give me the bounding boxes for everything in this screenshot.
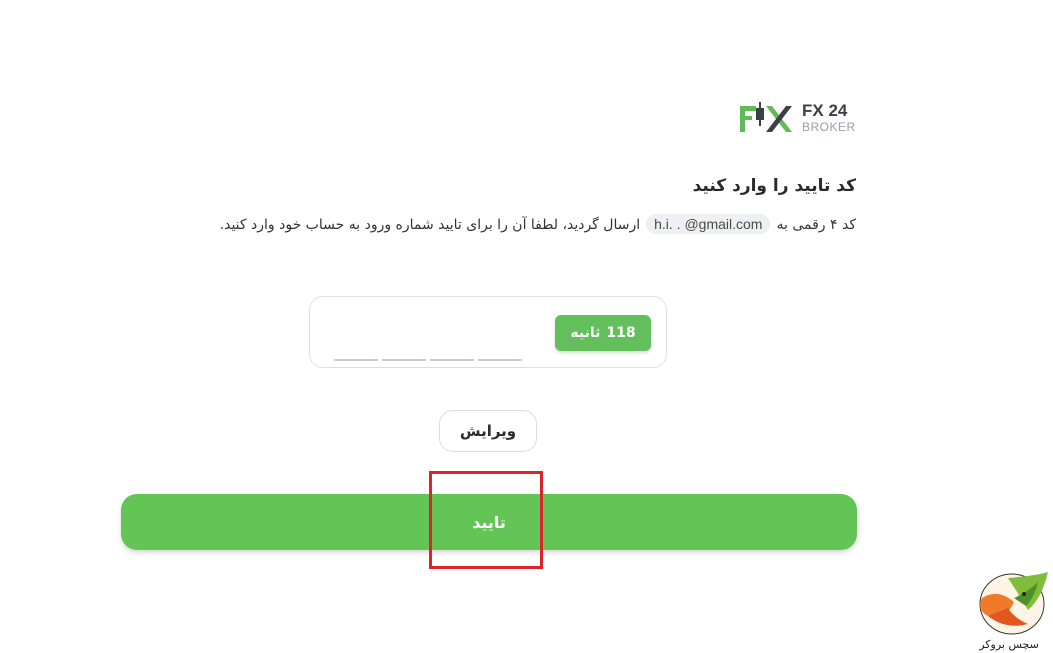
watermark: سچس بروکر [968, 568, 1053, 653]
brand-logo: FX 24 BROKER [738, 100, 858, 140]
timer-seconds: 118 [606, 325, 636, 341]
fox-logo-icon [979, 572, 1048, 635]
email-badge: h.i. . @gmail.com [646, 214, 771, 234]
timer-unit: ثانیه [570, 325, 601, 341]
confirm-button[interactable]: تایید [121, 494, 857, 550]
otp-digit-2[interactable] [382, 323, 426, 361]
description-prefix: کد ۴ رقمی به [776, 217, 856, 233]
countdown-timer: 118 ثانیه [555, 315, 651, 351]
watermark-text: سچس بروکر [979, 638, 1039, 651]
logo-subtitle: BROKER [802, 120, 856, 134]
otp-digit-4[interactable] [478, 323, 522, 361]
otp-input-group: 118 ثانیه [309, 296, 667, 368]
logo-title: FX 24 [802, 101, 848, 120]
page-title: کد تایید را وارد کنید [692, 176, 856, 196]
edit-button[interactable]: ویرایش [439, 410, 537, 452]
logo-text: FX 24 BROKER [802, 101, 858, 135]
otp-digit-3[interactable] [430, 323, 474, 361]
fx-logo-icon [740, 102, 792, 132]
otp-digit-1[interactable] [334, 323, 378, 361]
description-suffix: ارسال گردید، لطفا آن را برای تایید شماره… [219, 217, 641, 233]
verification-description: کد ۴ رقمی به h.i. . @gmail.com ارسال گردید… [140, 213, 856, 237]
